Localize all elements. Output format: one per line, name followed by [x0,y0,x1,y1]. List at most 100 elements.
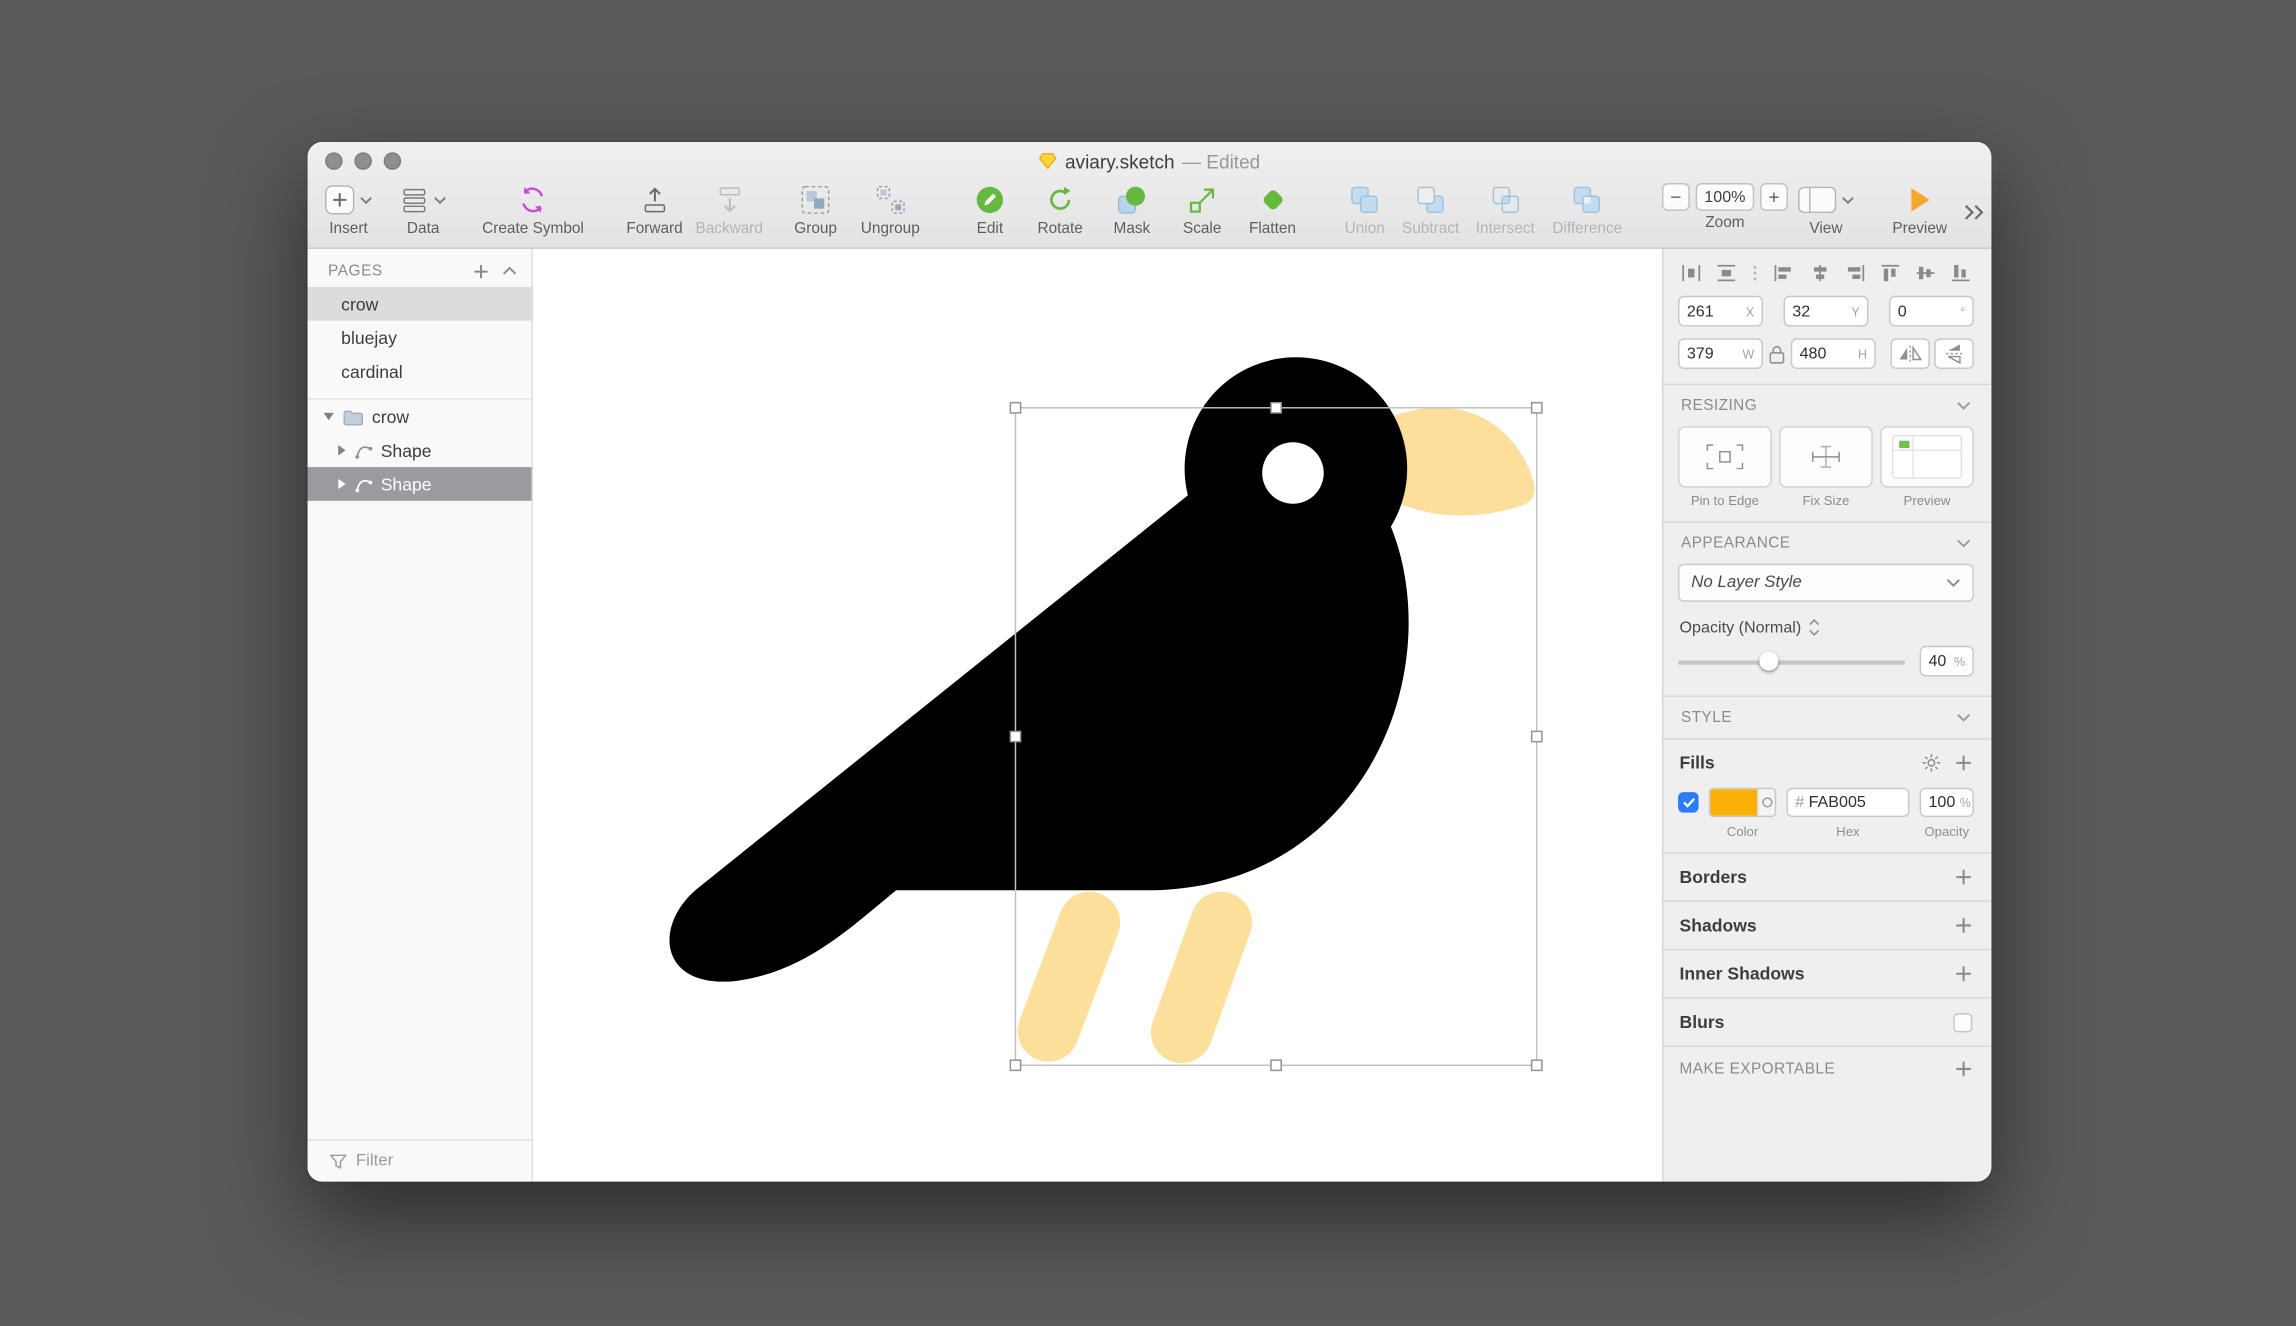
layer-item-shape-1[interactable]: Shape [307,433,531,467]
collapse-pages-icon[interactable] [502,266,517,275]
add-page-button[interactable] [473,263,489,279]
layer-style-dropdown[interactable]: No Layer Style [1678,564,1974,602]
align-bottom-icon[interactable] [1950,264,1970,283]
add-shadow-button[interactable] [1955,917,1973,935]
fullscreen-window-button[interactable] [384,152,402,170]
shadows-header-row: Shadows [1678,902,1974,949]
insert-plus-icon [324,184,355,215]
disclosure-closed-icon[interactable] [337,444,347,457]
vector-shape-icon [354,474,373,493]
height-field[interactable]: 480 H [1791,338,1876,369]
crow-eye-shape[interactable] [1262,442,1323,503]
appearance-section-header[interactable]: APPEARANCE [1678,523,1974,564]
add-export-button[interactable] [1955,1060,1973,1078]
zoom-in-button[interactable]: + [1760,183,1788,211]
width-field[interactable]: 379 W [1678,338,1763,369]
color-variable-chip[interactable] [1757,789,1775,815]
blur-enabled-checkbox[interactable] [1953,1013,1972,1032]
chevron-down-icon [359,195,372,204]
rotate-icon [1045,184,1076,215]
toolbar-ungroup-button[interactable]: Ungroup [861,183,920,237]
fix-size-icon [1807,444,1845,470]
disclosure-open-icon[interactable] [322,411,335,421]
mask-icon [1117,184,1148,215]
layer-item-shape-2-selected[interactable]: Shape [307,467,531,501]
align-center-horizontal-icon[interactable] [1809,264,1830,283]
fill-settings-gear-icon[interactable] [1921,753,1941,773]
resizing-section-header[interactable]: RESIZING [1678,385,1974,426]
selection-handle-bottom-right[interactable] [1532,1060,1542,1070]
fill-enabled-checkbox[interactable] [1678,792,1698,812]
selection-handle-bottom-left[interactable] [1010,1060,1020,1070]
align-left-icon[interactable] [1774,264,1794,283]
fix-size-option[interactable]: Fix Size [1779,426,1873,508]
left-leg-shape[interactable] [1048,922,1089,1030]
selection-handle-mid-right[interactable] [1532,731,1542,741]
fill-hex-input[interactable]: # FAB005 [1786,788,1909,817]
toolbar-edit-button[interactable]: Edit [974,183,1005,237]
opacity-input[interactable]: 40 % [1920,646,1974,677]
lock-proportions-button[interactable] [1769,343,1785,363]
page-item-crow[interactable]: crow [307,287,531,321]
toolbar-overflow-button[interactable] [1963,195,1985,229]
align-middle-icon[interactable] [1915,264,1935,283]
toolbar-scale-button[interactable]: Scale [1183,183,1221,237]
selection-handle-bottom-center[interactable] [1271,1060,1281,1070]
add-inner-shadow-button[interactable] [1955,965,1973,983]
selection-handle-mid-left[interactable] [1010,731,1020,741]
toolbar-create-symbol-button[interactable]: Create Symbol [482,183,584,237]
fill-opacity-input[interactable]: 100 % [1920,788,1974,817]
toolbar-rotate-button[interactable]: Rotate [1037,183,1082,237]
toolbar-data-button[interactable]: Data [400,183,447,237]
zoom-level-value[interactable]: 100% [1696,183,1755,211]
add-fill-button[interactable] [1955,754,1973,772]
right-leg-shape[interactable] [1182,922,1222,1032]
create-symbol-icon [518,184,549,215]
distribute-horizontally-icon[interactable] [1681,264,1702,283]
canvas-area[interactable] [533,249,1662,1182]
toolbar-insert-button[interactable]: Insert [324,183,372,237]
style-section-header[interactable]: STYLE [1678,697,1974,738]
layer-filter-input[interactable]: Filter [307,1139,531,1181]
toolbar: Insert Data Create Symbol Forward Backwa [307,180,1991,247]
window-title: aviary.sketch — Edited [1039,150,1261,172]
x-position-field[interactable]: 261 X [1678,296,1763,327]
toolbar-group-button[interactable]: Group [794,183,837,237]
rotation-field[interactable]: 0 ° [1889,296,1974,327]
selection-handle-top-center[interactable] [1271,403,1281,413]
layer-group-crow[interactable]: crow [307,400,531,434]
selection-handle-top-right[interactable] [1532,403,1542,413]
page-item-cardinal[interactable]: cardinal [307,354,531,388]
fill-color-swatch[interactable] [1709,788,1776,817]
alignment-toolbar [1678,258,1974,296]
crow-black-shape[interactable] [669,357,1408,981]
blend-mode-stepper-icon[interactable] [1809,618,1821,637]
align-right-icon[interactable] [1844,264,1864,283]
fill-color-well[interactable] [1710,789,1757,815]
align-top-icon[interactable] [1880,264,1901,283]
toolbar-flatten-button[interactable]: Flatten [1249,183,1296,237]
pin-to-edge-option[interactable]: Pin to Edge [1678,426,1772,508]
close-window-button[interactable] [325,152,343,170]
chevron-down-icon [1946,578,1961,587]
minimize-window-button[interactable] [354,152,372,170]
add-border-button[interactable] [1955,868,1973,886]
flip-horizontal-button[interactable] [1890,338,1930,369]
y-position-field[interactable]: 32 Y [1783,296,1868,327]
checkmark-icon [1682,797,1695,809]
zoom-out-button[interactable]: − [1662,183,1690,211]
opacity-slider[interactable] [1678,651,1905,671]
titlebar: aviary.sketch — Edited [307,142,1991,180]
toolbar-mask-button[interactable]: Mask [1114,183,1151,237]
resizing-preview-option[interactable]: Preview [1880,426,1974,508]
flip-vertical-button[interactable] [1934,338,1974,369]
toolbar-view-button[interactable]: View [1797,183,1854,237]
opacity-controls: 40 % [1678,646,1974,696]
toolbar-forward-button[interactable]: Forward [626,183,682,237]
disclosure-closed-icon[interactable] [337,477,347,490]
opacity-slider-thumb[interactable] [1759,651,1778,670]
distribute-vertically-icon[interactable] [1716,264,1736,283]
page-item-bluejay[interactable]: bluejay [307,321,531,355]
toolbar-preview-button[interactable]: Preview [1892,183,1947,237]
selection-handle-top-left[interactable] [1010,403,1020,413]
